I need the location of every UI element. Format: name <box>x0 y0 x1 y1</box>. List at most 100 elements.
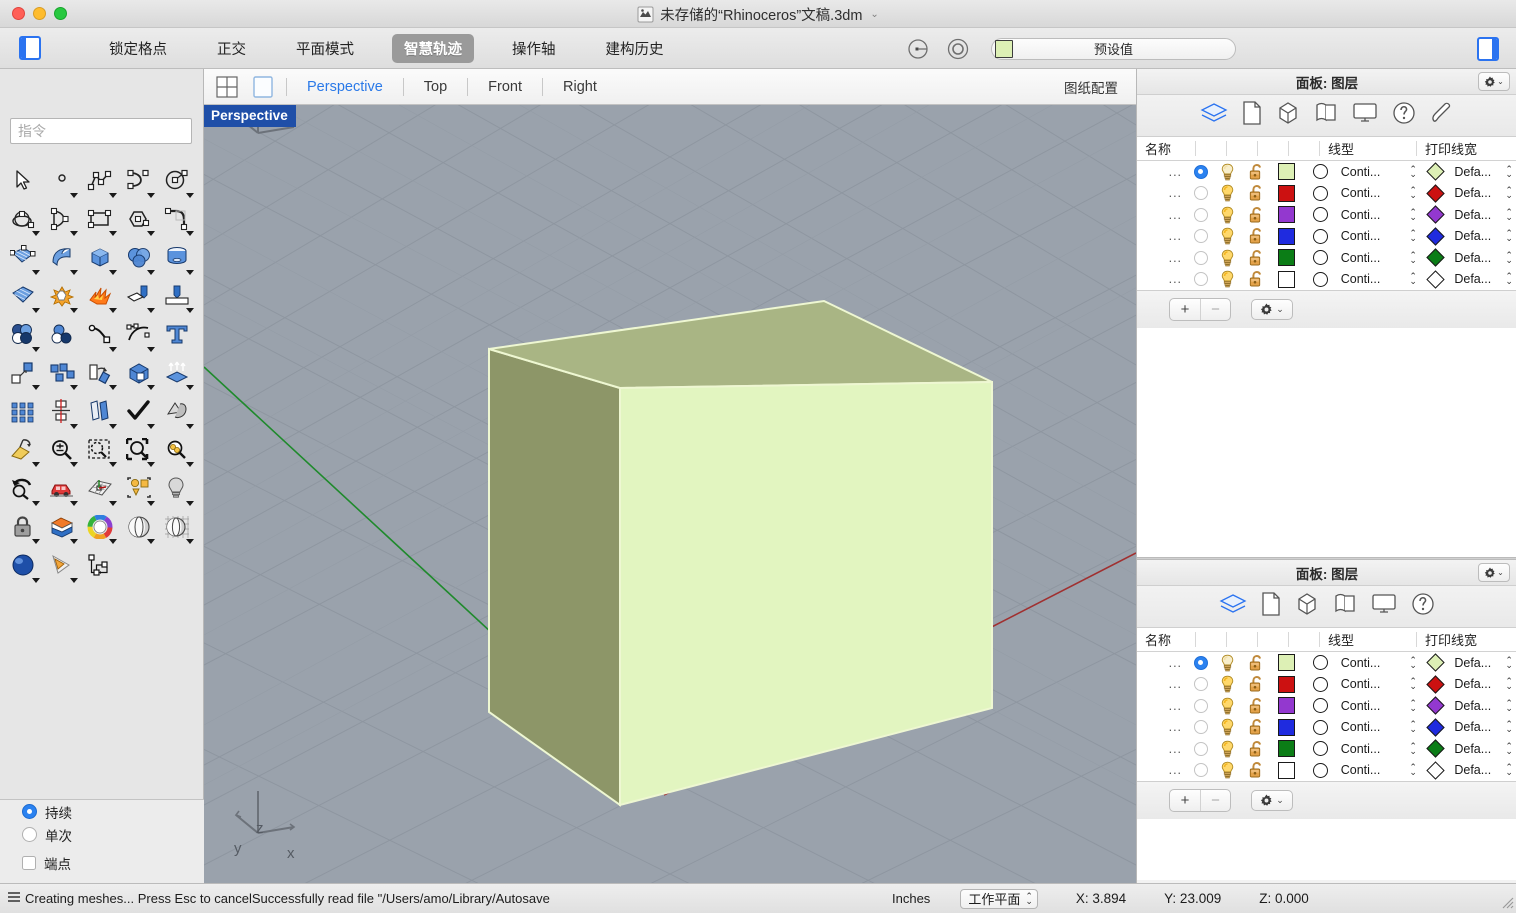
layer-linetype-stepper[interactable]: ⌃ ⌄ <box>1405 272 1421 286</box>
layer-printwidth-stepper[interactable]: ⌃ ⌄ <box>1501 186 1516 200</box>
viewport-tab-perspective[interactable]: Perspective <box>299 79 391 95</box>
layer-print-color-swatch[interactable] <box>1421 718 1450 737</box>
stepper-icon[interactable]: ⌃ ⌄ <box>1409 720 1417 734</box>
layer-linetype-stepper[interactable]: ⌃ ⌄ <box>1405 720 1421 734</box>
layer-color-swatch[interactable] <box>1270 270 1303 288</box>
layer-printwidth-stepper[interactable]: ⌃ ⌄ <box>1501 229 1516 243</box>
layer-row[interactable]: ... Conti... ⌃ ⌄ Defa... ⌃ ⌄ <box>1137 695 1516 717</box>
layer-current-toggle[interactable] <box>1188 229 1213 244</box>
status-menu-icon[interactable] <box>7 891 21 906</box>
display-monitor-icon[interactable] <box>1352 101 1378 130</box>
stepper-icon[interactable]: ⌃ ⌄ <box>1409 164 1417 178</box>
layer-visibility-toggle[interactable] <box>1213 227 1241 245</box>
remove-layer-button[interactable]: − <box>1200 299 1230 320</box>
layer-linetype-stepper[interactable]: ⌃ ⌄ <box>1405 207 1421 221</box>
layer-printwidth-stepper[interactable]: ⌃ ⌄ <box>1501 698 1516 712</box>
light-tool[interactable] <box>158 469 197 508</box>
layer-printwidth-stepper[interactable]: ⌃ ⌄ <box>1501 763 1516 777</box>
scale-tool[interactable] <box>120 354 159 393</box>
layer-color-swatch[interactable] <box>1270 718 1303 736</box>
layer-current-toggle[interactable] <box>1188 207 1213 222</box>
layer-printwidth-stepper[interactable]: ⌃ ⌄ <box>1501 677 1516 691</box>
stepper-icon[interactable]: ⌃ ⌄ <box>1409 698 1417 712</box>
stepper-icon[interactable]: ⌃ ⌄ <box>1505 229 1513 243</box>
zoom-window-tool[interactable] <box>81 431 120 470</box>
extrude-array-tool[interactable] <box>158 354 197 393</box>
array-tool[interactable] <box>4 392 43 431</box>
layer-current-toggle[interactable] <box>1188 655 1213 670</box>
stepper-icon[interactable]: ⌃ ⌄ <box>1505 655 1513 669</box>
layer-linetype-stepper[interactable]: ⌃ ⌄ <box>1405 229 1421 243</box>
title-chevron-icon[interactable]: ⌄ <box>870 9 878 20</box>
layer-linetype-stepper[interactable]: ⌃ ⌄ <box>1405 250 1421 264</box>
layer-material-button[interactable] <box>1303 228 1336 244</box>
layer-row[interactable]: ... Conti... ⌃ ⌄ Defa... ⌃ ⌄ <box>1137 652 1516 674</box>
stepper-icon[interactable]: ⌃ ⌄ <box>1409 250 1417 264</box>
layer-color-swatch[interactable] <box>1270 761 1303 779</box>
object-box-icon[interactable] <box>1295 592 1319 621</box>
circle-tool[interactable] <box>158 161 197 200</box>
layer-lock-toggle[interactable] <box>1242 654 1270 672</box>
layer-printwidth-stepper[interactable]: ⌃ ⌄ <box>1501 207 1516 221</box>
layer-material-button[interactable] <box>1303 271 1336 287</box>
properties-page-icon[interactable] <box>1242 101 1262 130</box>
viewport-tab-right[interactable]: Right <box>555 79 605 95</box>
layer-visibility-toggle[interactable] <box>1213 270 1241 288</box>
layer-printwidth-value[interactable]: Defa... <box>1450 229 1501 243</box>
layer-lock-toggle[interactable] <box>1242 184 1270 202</box>
stepper-icon[interactable]: ⌃ ⌄ <box>1505 272 1513 286</box>
shade-view-tool[interactable] <box>120 508 159 547</box>
stepper-icon[interactable]: ⌃ ⌄ <box>1409 677 1417 691</box>
left-sidebar-toggle-button[interactable] <box>19 36 41 60</box>
layout-config-button[interactable]: 图纸配置 <box>1064 77 1118 97</box>
layer-print-color-swatch[interactable] <box>1421 184 1450 203</box>
stepper-icon[interactable]: ⌃ ⌄ <box>1409 207 1417 221</box>
layer-row[interactable]: ... Conti... ⌃ ⌄ Defa... ⌃ ⌄ <box>1137 225 1516 247</box>
move-tool[interactable] <box>4 354 43 393</box>
stepper-icon[interactable]: ⌃ ⌄ <box>1505 720 1513 734</box>
curve-point-edit-tool[interactable] <box>81 315 120 354</box>
layer-color-swatch[interactable] <box>1270 163 1303 181</box>
toolbar-item-ortho[interactable]: 正交 <box>205 34 258 63</box>
viewport-name-tag[interactable]: Perspective <box>204 105 296 127</box>
checkbox-endpoint-icon[interactable] <box>22 855 36 870</box>
layer-linetype-value[interactable]: Conti... <box>1337 720 1406 734</box>
toolbar-item-grid-snap[interactable]: 锁定格点 <box>97 34 179 63</box>
stepper-icon[interactable]: ⌃ ⌄ <box>1025 891 1033 905</box>
panel-options-gear-button[interactable]: ⌄ <box>1478 563 1510 582</box>
layer-material-button[interactable] <box>1303 698 1336 714</box>
render-tool[interactable] <box>43 469 82 508</box>
properties-page-icon[interactable] <box>1261 592 1281 621</box>
four-view-layout-icon[interactable] <box>216 75 238 98</box>
named-views-icon[interactable] <box>1333 592 1357 621</box>
gumball-transform-tool[interactable] <box>4 431 43 470</box>
layer-linetype-stepper[interactable]: ⌃ ⌄ <box>1405 655 1421 669</box>
layer-visibility-toggle[interactable] <box>1213 740 1241 758</box>
zoom-extents-tool[interactable] <box>43 431 82 470</box>
layer-lock-toggle[interactable] <box>1242 270 1270 288</box>
toolbar-item-smart-track[interactable]: 智慧轨迹 <box>392 33 474 63</box>
layer-color-swatch[interactable] <box>1270 675 1303 693</box>
layer-row[interactable]: ... Conti... ⌃ ⌄ Defa... ⌃ ⌄ <box>1137 759 1516 781</box>
layers-icon[interactable] <box>1200 102 1228 129</box>
stepper-icon[interactable]: ⌃ ⌄ <box>1505 164 1513 178</box>
layer-row[interactable]: ... Conti... ⌃ ⌄ Defa... ⌃ ⌄ <box>1137 673 1516 695</box>
layer-row[interactable]: ... Conti... ⌃ ⌄ Defa... ⌃ ⌄ <box>1137 161 1516 183</box>
add-layer-button[interactable]: + <box>1170 790 1200 811</box>
osnap-persistent-row[interactable]: 持续 <box>0 800 204 823</box>
surface-sweep-tool[interactable] <box>43 238 82 277</box>
command-input[interactable] <box>10 118 192 144</box>
layer-material-button[interactable] <box>1303 676 1336 692</box>
viewport-scene[interactable]: z y x <box>204 105 1136 883</box>
grid-snap-tool[interactable] <box>81 469 120 508</box>
layer-material-button[interactable] <box>1303 719 1336 735</box>
layer-lock-toggle[interactable] <box>1242 718 1270 736</box>
stepper-icon[interactable]: ⌃ ⌄ <box>1505 698 1513 712</box>
layer-print-color-swatch[interactable] <box>1421 696 1450 715</box>
layer-options-gear-button[interactable]: ⌄ <box>1251 790 1293 811</box>
target-circle-icon[interactable] <box>945 36 971 62</box>
radio-persistent-icon[interactable] <box>22 804 37 819</box>
layer-linetype-value[interactable]: Conti... <box>1337 699 1406 713</box>
surface-edit-tool[interactable] <box>4 277 43 316</box>
layer-printwidth-stepper[interactable]: ⌃ ⌄ <box>1501 720 1516 734</box>
